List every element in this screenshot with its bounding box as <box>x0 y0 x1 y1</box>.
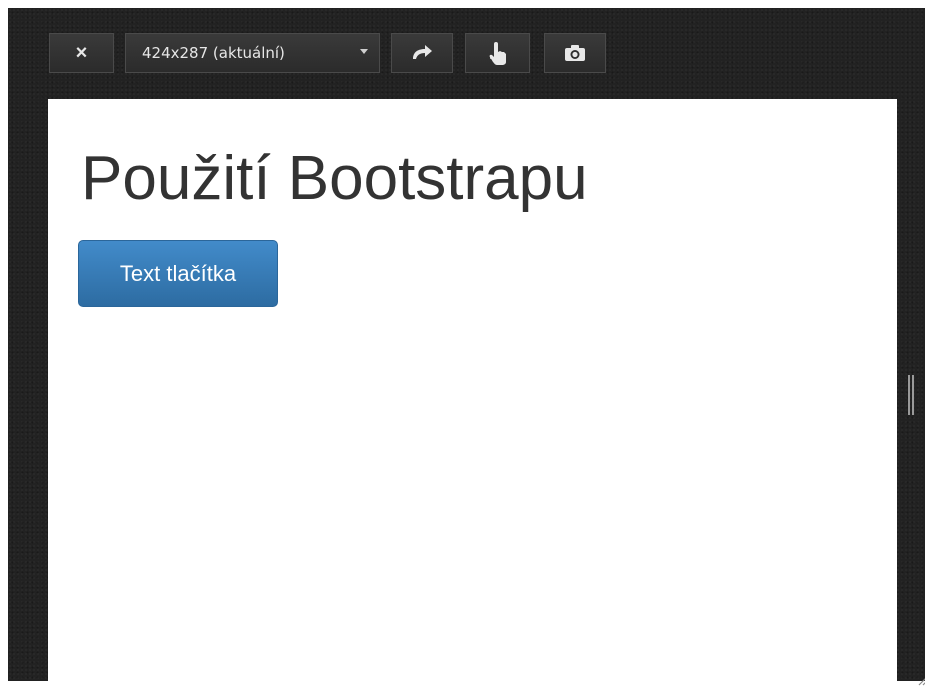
touch-icon <box>489 42 506 65</box>
page-title: Použití Bootstrapu <box>81 144 588 213</box>
device-size-value: 424x287 (aktuální) <box>142 44 285 62</box>
rotate-icon <box>413 45 432 59</box>
touch-button[interactable] <box>465 33 530 73</box>
device-size-select[interactable]: 424x287 (aktuální) <box>125 33 380 73</box>
resize-corner-icon[interactable] <box>916 674 925 686</box>
primary-button[interactable]: Text tlačítka <box>78 240 278 307</box>
device-viewport: Použití Bootstrapu Text tlačítka <box>48 99 897 681</box>
chevron-down-icon <box>360 49 368 54</box>
resize-handle-line <box>912 375 914 415</box>
resize-handle[interactable] <box>908 375 916 415</box>
close-button[interactable]: × <box>49 33 114 73</box>
device-emulator-panel: × 424x287 (aktuální) Použití Bootstrapu … <box>8 8 925 686</box>
camera-icon <box>565 45 585 61</box>
resize-handle-line <box>908 375 910 415</box>
screenshot-button[interactable] <box>544 33 606 73</box>
rotate-button[interactable] <box>391 33 453 73</box>
app-frame: × 424x287 (aktuální) Použití Bootstrapu … <box>0 0 925 686</box>
close-icon: × <box>75 41 88 64</box>
